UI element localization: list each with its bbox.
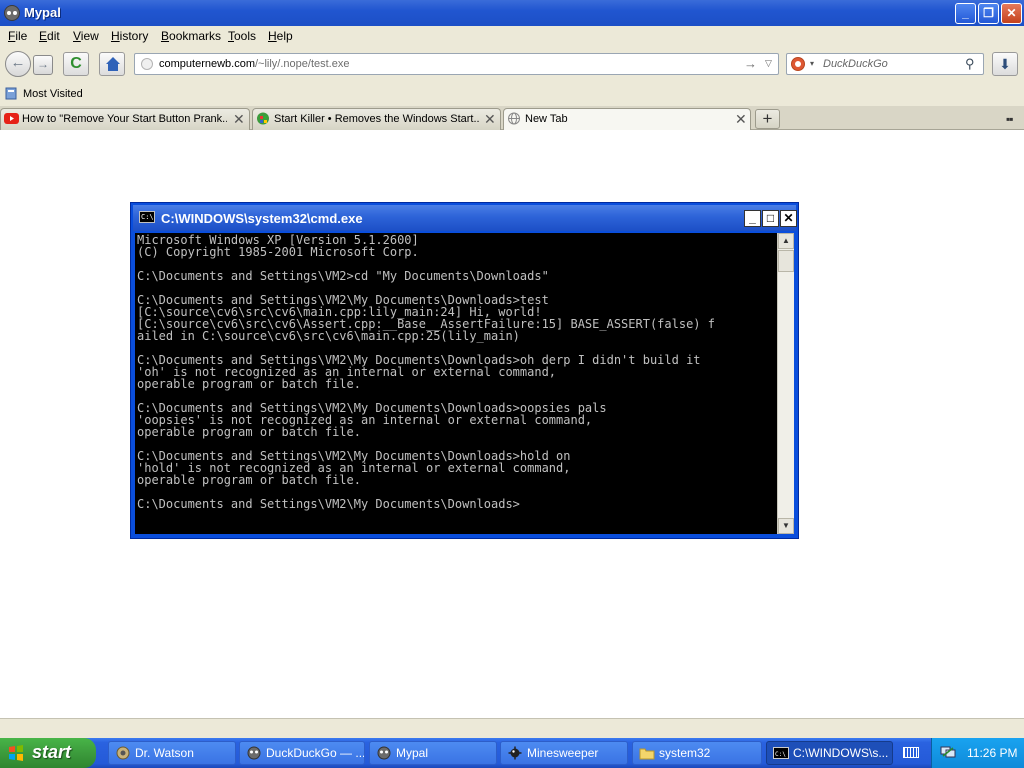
taskbar: start Dr. Watson DuckDuckGo — ... Mypal … [0, 738, 1024, 768]
taskbar-item-duckduckgo[interactable]: DuckDuckGo — ... [239, 741, 365, 765]
cmd-maximize-button[interactable]: □ [762, 210, 779, 227]
network-icon[interactable] [940, 745, 956, 759]
tab-close-icon[interactable]: ✕ [735, 111, 747, 128]
scroll-up-arrow-icon[interactable]: ▲ [778, 233, 794, 249]
scroll-thumb[interactable] [778, 250, 794, 272]
console-output[interactable]: Microsoft Windows XP [Version 5.1.2600] … [135, 233, 777, 534]
dr-watson-icon [116, 746, 130, 760]
taskbar-item-dr-watson[interactable]: Dr. Watson [108, 741, 236, 765]
taskbar-item-mypal[interactable]: Mypal [369, 741, 497, 765]
console-scrollbar[interactable]: ▲ ▼ [777, 233, 794, 534]
menu-tools[interactable]: Tools [228, 29, 256, 43]
address-bar[interactable]: computernewb.com/~lily/.nope/test.exe → … [134, 53, 779, 75]
globe-icon [508, 112, 520, 125]
cmd-window[interactable]: C:\ C:\WINDOWS\system32\cmd.exe _ □ ✕ Mi… [130, 202, 799, 539]
menu-bar: File Edit View History Bookmarks Tools H… [0, 26, 1024, 46]
taskbar-item-label: C:\WINDOWS\s... [793, 746, 889, 760]
bookmark-most-visited[interactable]: Most Visited [23, 88, 83, 100]
url-text[interactable]: computernewb.com/~lily/.nope/test.exe [159, 58, 349, 70]
mypal-icon [377, 746, 391, 760]
tab-close-icon[interactable]: ✕ [484, 111, 496, 128]
taskbar-item-label: Mypal [396, 746, 429, 760]
search-engine-dropdown-icon[interactable]: ▾ [810, 59, 814, 68]
cmd-titlebar[interactable]: C:\ C:\WINDOWS\system32\cmd.exe _ □ ✕ [133, 205, 797, 231]
home-button[interactable] [99, 52, 125, 76]
cmd-icon[interactable]: C:\ [139, 211, 155, 223]
mypal-raccoon-icon [4, 5, 20, 21]
tab-start-killer[interactable]: Start Killer • Removes the Windows Start… [252, 108, 501, 130]
reload-button[interactable]: C [63, 52, 89, 76]
start-label: start [32, 742, 72, 762]
menu-history[interactable]: History [111, 29, 148, 43]
folder-icon [639, 748, 655, 760]
restore-button[interactable]: ❐ [978, 3, 999, 24]
bookmarks-toolbar: Most Visited [0, 82, 1024, 106]
taskbar-item-system32[interactable]: system32 [632, 741, 762, 765]
tab-close-icon[interactable]: ✕ [233, 111, 245, 128]
search-bar[interactable]: ▾ DuckDuckGo ⚲ [786, 53, 984, 75]
search-icon[interactable]: ⚲ [965, 56, 975, 72]
cmd-icon: C:\ [773, 747, 789, 759]
cmd-close-button[interactable]: ✕ [780, 210, 797, 227]
taskbar-item-label: DuckDuckGo — ... [266, 746, 365, 760]
url-history-dropdown-icon[interactable]: ▽ [765, 58, 772, 69]
go-arrow-icon[interactable]: → [744, 56, 757, 71]
back-button[interactable]: ← [5, 51, 31, 77]
duckduckgo-icon[interactable] [791, 57, 805, 71]
youtube-icon [4, 113, 19, 124]
navigation-toolbar: ← → C computernewb.com/~lily/.nope/test.… [0, 46, 1024, 82]
tab-strip: How to "Remove Your Start Button Prank..… [0, 106, 1024, 131]
menu-bookmarks[interactable]: Bookmarks [161, 29, 221, 43]
home-icon [106, 57, 120, 64]
start-button[interactable]: start [0, 738, 96, 768]
svg-text:C:\: C:\ [775, 751, 786, 758]
new-tab-button[interactable]: + [755, 109, 780, 129]
cmd-minimize-button[interactable]: _ [744, 210, 761, 227]
menu-view[interactable]: View [73, 29, 99, 43]
scroll-down-arrow-icon[interactable]: ▼ [778, 518, 794, 534]
browser-status-bar [0, 718, 1024, 738]
clock[interactable]: 11:26 PM [967, 746, 1017, 760]
site-identity-icon[interactable] [141, 58, 153, 70]
menu-edit[interactable]: Edit [39, 29, 60, 43]
tab-label: New Tab [525, 113, 568, 125]
cmd-title: C:\WINDOWS\system32\cmd.exe [161, 211, 363, 226]
minimize-button[interactable]: _ [955, 3, 976, 24]
windows-logo-icon [9, 745, 23, 761]
list-all-tabs-icon[interactable]: ▪▪ [1006, 112, 1013, 126]
taskbar-item-label: Dr. Watson [135, 746, 194, 760]
search-input[interactable]: DuckDuckGo [823, 58, 888, 70]
home-icon-body [108, 64, 118, 71]
close-button[interactable]: ✕ [1001, 3, 1022, 24]
taskbar-item-label: system32 [659, 746, 711, 760]
minesweeper-icon [508, 746, 522, 760]
menu-help[interactable]: Help [268, 29, 293, 43]
tab-label: Start Killer • Removes the Windows Start… [274, 113, 479, 125]
tab-new-tab[interactable]: New Tab ✕ [503, 108, 751, 131]
forward-button[interactable]: → [33, 55, 53, 75]
system-tray: 11:26 PM [931, 738, 1024, 768]
start-killer-icon [257, 112, 269, 125]
downloads-button[interactable]: ⬇ [992, 52, 1018, 76]
browser-titlebar[interactable]: Mypal _ ❐ ✕ [0, 0, 1024, 26]
console-text: Microsoft Windows XP [Version 5.1.2600] … [137, 233, 715, 511]
taskbar-item-cmd[interactable]: C:\ C:\WINDOWS\s... [766, 741, 893, 765]
menu-file[interactable]: File [8, 29, 27, 43]
mypal-icon [247, 746, 261, 760]
window-title: Mypal [24, 5, 61, 20]
taskbar-item-label: Minesweeper [527, 746, 599, 760]
tab-youtube-prank[interactable]: How to "Remove Your Start Button Prank..… [0, 108, 250, 130]
bookmark-folder-icon [5, 87, 17, 100]
tab-label: How to "Remove Your Start Button Prank..… [22, 113, 227, 125]
taskbar-item-minesweeper[interactable]: Minesweeper [500, 741, 628, 765]
keyboard-layout-icon[interactable] [903, 747, 919, 758]
